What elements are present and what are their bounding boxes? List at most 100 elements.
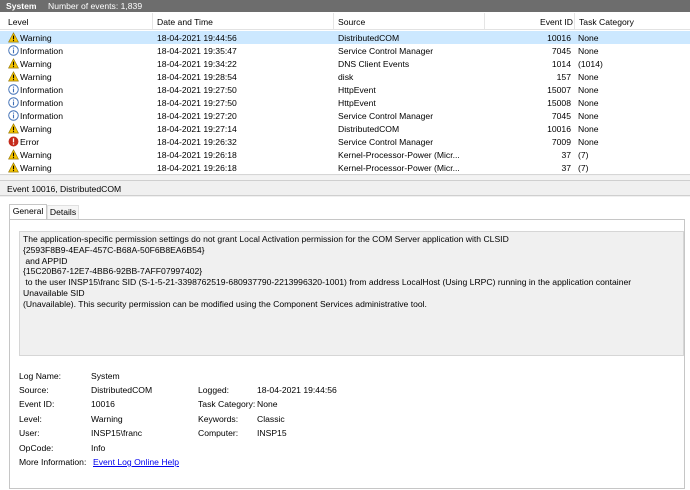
- cell-date-time: 18-04-2021 19:26:32: [157, 136, 237, 147]
- tab-details[interactable]: Details: [47, 205, 79, 219]
- tab-general[interactable]: General: [9, 204, 47, 219]
- label-more-information: More Information:: [19, 457, 87, 467]
- cell-event-id: 10016: [547, 123, 571, 134]
- cell-date-time: 18-04-2021 19:27:50: [157, 84, 237, 95]
- tab-general-label: General: [12, 206, 44, 216]
- value-event-id: 10016: [91, 399, 115, 409]
- table-row[interactable]: Information 18-04-2021 19:27:50 HttpEvent 1…: [0, 96, 690, 109]
- events-table[interactable]: Level Date and Time Source Event ID Task…: [0, 12, 690, 175]
- table-row[interactable]: Warning 18-04-2021 19:26:18 Kernel-Process…: [0, 148, 690, 161]
- cell-task-category: None: [578, 136, 599, 147]
- information-icon: [8, 97, 19, 108]
- tab-details-label: Details: [49, 207, 77, 217]
- cell-task-category: None: [578, 97, 599, 108]
- error-icon: [8, 136, 19, 147]
- value-level: Warning: [91, 414, 123, 424]
- cell-event-id: 37: [561, 162, 571, 173]
- value-keywords: Classic: [257, 414, 285, 424]
- cell-level: Warning: [20, 123, 52, 134]
- cell-date-time: 18-04-2021 19:28:54: [157, 71, 237, 82]
- value-source: DistributedCOM: [91, 385, 153, 395]
- cell-task-category: (1014): [578, 58, 603, 69]
- event-title-bar: Event 10016, DistributedCOM: [0, 182, 690, 196]
- cell-event-id: 7045: [551, 110, 571, 121]
- column-header-date[interactable]: Date and Time: [157, 17, 213, 27]
- cell-source: disk: [338, 71, 354, 82]
- table-row[interactable]: Information 18-04-2021 19:27:20 Service Co…: [0, 109, 690, 122]
- event-count: Number of events: 1,839: [48, 0, 143, 11]
- value-computer: INSP15: [257, 428, 287, 438]
- cell-event-id: 1014: [551, 58, 571, 69]
- cell-level: Warning: [20, 58, 52, 69]
- event-message-box[interactable]: The application-specific permission sett…: [19, 231, 684, 356]
- cell-date-time: 18-04-2021 19:26:18: [157, 162, 237, 173]
- warning-icon: [8, 149, 19, 160]
- warning-icon: [8, 71, 19, 82]
- warning-icon: [8, 58, 19, 69]
- information-icon: [8, 84, 19, 95]
- event-title: Event 10016, DistributedCOM: [7, 184, 122, 194]
- cell-task-category: None: [578, 71, 599, 82]
- value-task-category: None: [257, 399, 278, 409]
- cell-level: Information: [20, 97, 63, 108]
- table-row[interactable]: Information 18-04-2021 19:35:47 Service Co…: [0, 44, 690, 57]
- cell-source: Kernel-Processor-Power (Micr...: [338, 149, 460, 160]
- column-header-event-id[interactable]: Event ID: [540, 17, 573, 27]
- log-header-bar: System Number of events: 1,839: [0, 0, 690, 12]
- table-row[interactable]: Warning 18-04-2021 19:34:22 DNS Client Eve…: [0, 57, 690, 70]
- label-computer: Computer:: [198, 428, 239, 438]
- cell-level: Warning: [20, 32, 52, 43]
- information-icon: [8, 45, 19, 56]
- cell-date-time: 18-04-2021 19:27:14: [157, 123, 237, 134]
- cell-level: Warning: [20, 149, 52, 160]
- cell-event-id: 10016: [547, 32, 571, 43]
- label-log-name: Log Name:: [19, 371, 62, 381]
- label-user: User:: [19, 428, 40, 438]
- cell-date-time: 18-04-2021 19:35:47: [157, 45, 237, 56]
- cell-source: DNS Client Events: [338, 58, 410, 69]
- cell-date-time: 18-04-2021 19:26:18: [157, 149, 237, 160]
- cell-date-time: 18-04-2021 19:27:50: [157, 97, 237, 108]
- cell-task-category: None: [578, 110, 599, 121]
- cell-event-id: 15008: [547, 97, 571, 108]
- cell-source: DistributedCOM: [338, 123, 400, 134]
- cell-level: Information: [20, 45, 63, 56]
- value-opcode: Info: [91, 443, 106, 453]
- cell-level: Information: [20, 84, 63, 95]
- cell-date-time: 18-04-2021 19:34:22: [157, 58, 237, 69]
- cell-event-id: 7009: [551, 136, 571, 147]
- table-row[interactable]: Warning 18-04-2021 19:44:56 DistributedCOM…: [0, 31, 690, 44]
- pane-splitter[interactable]: [0, 176, 690, 181]
- event-log-online-help-link[interactable]: Event Log Online Help: [93, 457, 179, 467]
- cell-event-id: 7045: [551, 45, 571, 56]
- cell-date-time: 18-04-2021 19:44:56: [157, 32, 237, 43]
- table-row[interactable]: Warning 18-04-2021 19:26:18 Kernel-Process…: [0, 161, 690, 174]
- event-message[interactable]: The application-specific permission sett…: [23, 234, 678, 310]
- cell-task-category: None: [578, 123, 599, 134]
- label-logged: Logged:: [198, 385, 230, 395]
- cell-source: Kernel-Processor-Power (Micr...: [338, 162, 460, 173]
- warning-icon: [8, 123, 19, 134]
- log-name: System: [6, 0, 37, 11]
- table-row[interactable]: Information 18-04-2021 19:27:50 HttpEvent 1…: [0, 83, 690, 96]
- value-logged: 18-04-2021 19:44:56: [257, 385, 337, 395]
- column-header-level[interactable]: Level: [8, 17, 29, 27]
- label-opcode: OpCode:: [19, 443, 54, 453]
- table-row[interactable]: Warning 18-04-2021 19:27:14 DistributedCOM…: [0, 122, 690, 135]
- cell-source: DistributedCOM: [338, 32, 400, 43]
- cell-source: Service Control Manager: [338, 136, 434, 147]
- cell-event-id: 37: [561, 149, 571, 160]
- warning-icon: [8, 32, 19, 43]
- cell-source: Service Control Manager: [338, 110, 434, 121]
- information-icon: [8, 110, 19, 121]
- table-row[interactable]: Warning 18-04-2021 19:28:54 disk 157 None: [0, 70, 690, 83]
- cell-level: Error: [20, 136, 40, 147]
- column-header-source[interactable]: Source: [338, 17, 365, 27]
- table-row[interactable]: Error 18-04-2021 19:26:32 Service Control …: [0, 135, 690, 148]
- column-header-task-category[interactable]: Task Category: [579, 17, 634, 27]
- cell-source: HttpEvent: [338, 97, 376, 108]
- label-keywords: Keywords:: [198, 414, 239, 424]
- table-header: Level Date and Time Source Event ID Task…: [0, 12, 690, 30]
- cell-task-category: None: [578, 32, 599, 43]
- cell-event-id: 157: [556, 71, 571, 82]
